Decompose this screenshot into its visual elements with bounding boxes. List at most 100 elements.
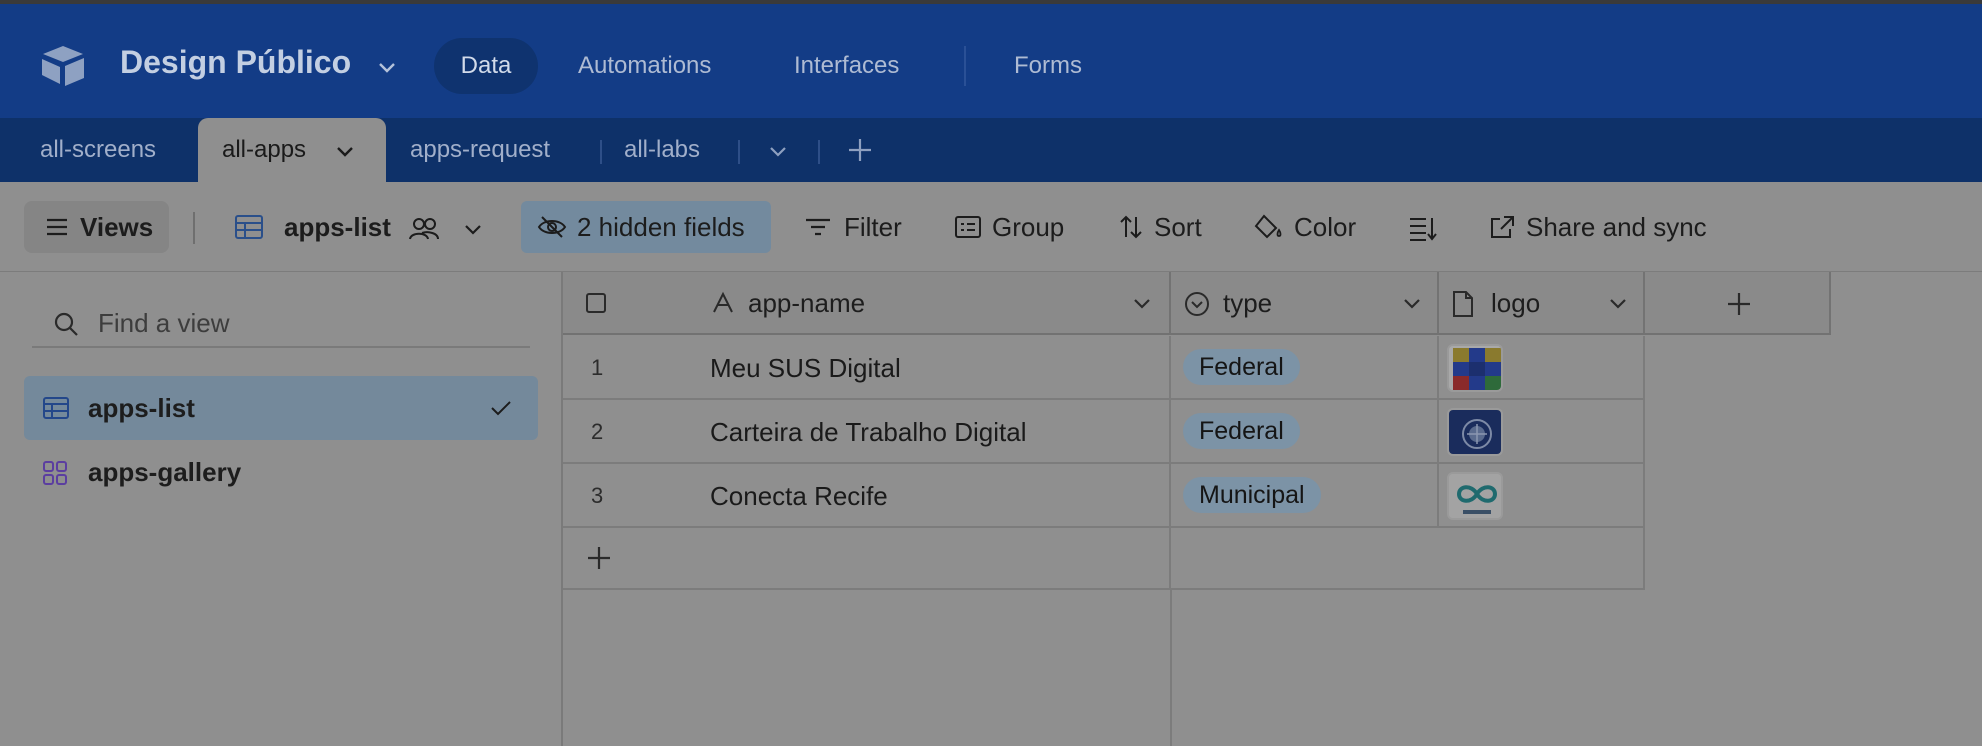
search-icon <box>54 312 78 336</box>
cell-app-name[interactable]: 2 Carteira de Trabalho Digital <box>563 400 1171 464</box>
find-view-field <box>32 298 530 348</box>
records-grid: app-name type logo 1 Meu SUS Digital Fed… <box>563 272 1982 746</box>
chevron-down-icon[interactable] <box>1131 292 1153 314</box>
sidebar-item-label: apps-list <box>88 393 195 423</box>
tab-all-labs[interactable]: all-labs <box>624 118 700 182</box>
sidebar-item-apps-list[interactable]: apps-list <box>24 376 538 440</box>
single-select-icon <box>1185 292 1209 316</box>
cell-logo[interactable] <box>1439 336 1645 400</box>
nav-divider <box>964 46 966 86</box>
app-header: Design Público Data Automations Interfac… <box>0 4 1982 118</box>
hamburger-icon <box>47 218 67 236</box>
share-label: Share and sync <box>1526 212 1707 242</box>
column-header-app-name[interactable]: app-name <box>563 272 1171 335</box>
tab-apps-request[interactable]: apps-request <box>410 118 550 182</box>
sidebar-item-apps-gallery[interactable]: apps-gallery <box>24 440 538 504</box>
chevron-down-icon[interactable] <box>462 218 484 240</box>
carteira-trabalho-logo[interactable] <box>1447 408 1503 456</box>
nav-automations[interactable]: Automations <box>578 38 711 94</box>
group-button[interactable]: Group <box>954 201 1064 253</box>
sort-label: Sort <box>1154 212 1202 242</box>
hidden-fields-button[interactable]: 2 hidden fields <box>521 201 771 253</box>
airtable-logo-icon[interactable] <box>38 42 88 88</box>
carteira-trabalho-logo-image <box>1449 410 1501 454</box>
table-row[interactable]: 2 Carteira de Trabalho Digital Federal <box>563 400 1645 464</box>
nav-data[interactable]: Data <box>434 38 538 94</box>
tab-all-screens[interactable]: all-screens <box>40 118 156 182</box>
cell-type[interactable]: Federal <box>1171 400 1439 464</box>
hidden-fields-label: 2 hidden fields <box>577 212 745 242</box>
add-record-cell-empty <box>1171 528 1645 590</box>
cell-type[interactable]: Federal <box>1171 336 1439 400</box>
column-header-logo[interactable]: logo <box>1439 272 1645 335</box>
base-title[interactable]: Design Público <box>120 44 351 81</box>
view-sidebar: apps-list apps-gallery <box>0 272 563 746</box>
chevron-down-icon[interactable] <box>1401 292 1423 314</box>
attachment-icon <box>1453 291 1473 317</box>
column-divider <box>1170 590 1172 746</box>
row-height-icon[interactable] <box>1408 214 1438 242</box>
eye-slash-icon <box>537 216 567 238</box>
views-button[interactable]: Views <box>24 201 169 253</box>
plus-icon <box>588 547 610 569</box>
cell-logo[interactable] <box>1439 400 1645 464</box>
color-button[interactable]: Color <box>1254 201 1356 253</box>
grid-view-icon <box>43 397 69 419</box>
chevron-down-icon[interactable] <box>766 139 790 163</box>
tab-divider <box>600 140 602 164</box>
share-and-sync-button[interactable]: Share and sync <box>1488 201 1707 253</box>
current-view-label: apps-list <box>284 212 391 242</box>
app-name-value: Meu SUS Digital <box>710 353 901 383</box>
grid-view-icon <box>235 215 263 239</box>
views-label: Views <box>80 212 154 242</box>
cell-app-name[interactable]: 1 Meu SUS Digital <box>563 336 1171 400</box>
table-row[interactable]: 1 Meu SUS Digital Federal <box>563 336 1645 400</box>
tab-all-apps[interactable]: all-apps <box>198 118 386 182</box>
gallery-view-icon <box>43 461 67 485</box>
nav-interfaces[interactable]: Interfaces <box>794 38 899 94</box>
view-toolbar: Views apps-list 2 hidden fields Filter G… <box>0 182 1982 272</box>
chevron-down-icon[interactable] <box>1607 292 1629 314</box>
find-view-input[interactable] <box>98 306 498 340</box>
toolbar-divider <box>193 212 195 244</box>
sidebar-item-label: apps-gallery <box>88 457 242 487</box>
add-field-button[interactable] <box>1645 272 1831 335</box>
column-name: type <box>1223 288 1273 318</box>
filter-label: Filter <box>844 212 902 242</box>
add-table-icon[interactable] <box>846 136 874 164</box>
tab-label: all-apps <box>222 136 307 163</box>
meu-sus-logo-image <box>1449 346 1501 390</box>
color-label: Color <box>1294 212 1357 242</box>
column-name: logo <box>1491 288 1541 318</box>
filter-icon <box>806 218 830 236</box>
sort-icon <box>1120 215 1142 239</box>
collaborative-view-icon <box>409 218 439 240</box>
group-icon <box>955 216 981 238</box>
type-pill: Federal <box>1183 349 1300 385</box>
paint-bucket-icon <box>1254 214 1282 239</box>
nav-forms[interactable]: Forms <box>1014 38 1082 94</box>
sort-button[interactable]: Sort <box>1118 201 1202 253</box>
row-number: 2 <box>591 419 604 444</box>
checkmark-icon <box>491 401 511 416</box>
type-pill: Federal <box>1183 413 1300 449</box>
chevron-down-icon[interactable] <box>334 140 356 162</box>
select-all-checkbox[interactable] <box>585 292 607 314</box>
tab-divider <box>818 140 820 164</box>
plus-icon <box>1728 293 1750 315</box>
chevron-down-icon[interactable] <box>376 56 398 78</box>
row-number: 1 <box>591 355 604 380</box>
table-tab-bar: all-screens all-apps apps-request all-la… <box>0 118 1982 182</box>
group-label: Group <box>992 212 1065 242</box>
filter-button[interactable]: Filter <box>804 201 902 253</box>
tab-divider <box>738 140 740 164</box>
column-name: app-name <box>748 288 866 318</box>
meu-sus-logo[interactable] <box>1447 344 1503 392</box>
text-field-icon <box>713 291 733 313</box>
column-header-type[interactable]: type <box>1171 272 1439 335</box>
add-record-cell[interactable] <box>563 528 1171 590</box>
current-view-button[interactable]: apps-list <box>234 201 391 253</box>
external-link-icon <box>1491 216 1514 238</box>
app-name-value: Carteira de Trabalho Digital <box>710 417 1027 447</box>
add-record-row[interactable] <box>563 528 1645 590</box>
